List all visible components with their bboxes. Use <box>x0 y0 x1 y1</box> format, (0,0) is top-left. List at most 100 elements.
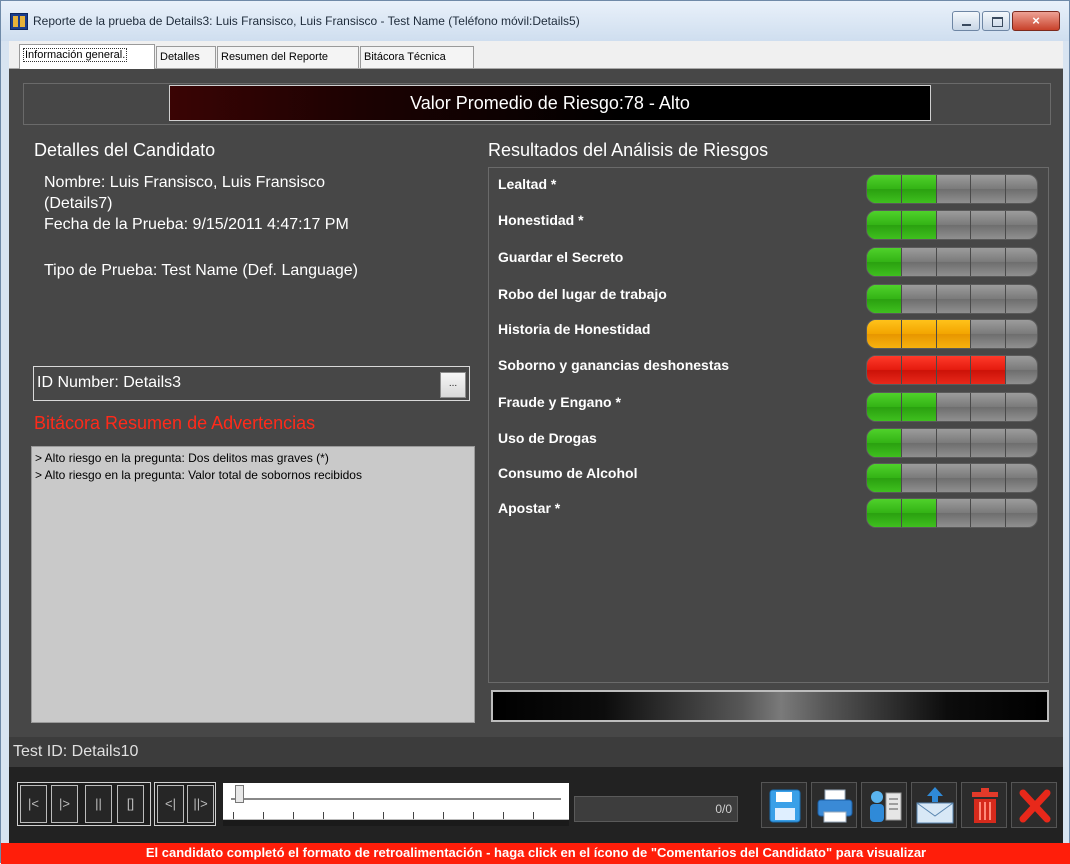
test-date: Fecha de la Prueba: 9/15/2011 4:47:17 PM <box>44 216 349 233</box>
risk-label: Soborno y ganancias deshonestas <box>498 357 730 373</box>
go-start-button[interactable]: |< <box>20 785 47 823</box>
pause-button[interactable]: || <box>85 785 112 823</box>
bar-segment-divider <box>901 429 902 457</box>
bar-segment-divider <box>1005 499 1006 527</box>
risk-results-title: Resultados del Análisis de Riesgos <box>488 140 769 160</box>
risk-level-bar <box>866 284 1038 314</box>
bar-segment-divider <box>901 248 902 276</box>
bar-segment-divider <box>1005 320 1006 348</box>
risk-level-bar <box>866 355 1038 385</box>
bar-segment-divider <box>936 429 937 457</box>
risk-level-bar <box>866 174 1038 204</box>
risk-label: Historia de Honestidad <box>498 321 651 337</box>
risk-label: Apostar * <box>498 500 561 516</box>
send-email-icon <box>916 787 954 824</box>
close-window-button[interactable]: × <box>1012 11 1060 31</box>
risk-level-fill <box>867 320 970 348</box>
window-title: Reporte de la prueba de Details3: Luis F… <box>33 14 580 28</box>
tab-informacion-general[interactable]: Información general. <box>19 44 155 69</box>
slider-base <box>223 819 569 826</box>
bar-segment-divider <box>936 248 937 276</box>
minimize-button[interactable] <box>952 11 980 31</box>
bar-segment-divider <box>901 393 902 421</box>
bar-segment-divider <box>901 285 902 313</box>
send-email-button[interactable] <box>911 782 957 828</box>
bar-segment-divider <box>1005 211 1006 239</box>
test-id: Test ID: Details10 <box>13 743 139 760</box>
report-window: Reporte de la prueba de Details3: Luis F… <box>0 0 1070 864</box>
risk-level-bar <box>866 247 1038 277</box>
risk-label: Fraude y Engano * <box>498 394 621 410</box>
candidate-details-title: Detalles del Candidato <box>34 140 216 160</box>
risk-level-bar <box>866 392 1038 422</box>
position-counter: 0/0 <box>574 796 738 822</box>
delete-icon <box>972 788 998 823</box>
risk-level-fill <box>867 429 901 457</box>
candidate-comments-icon <box>870 791 902 822</box>
app-icon <box>10 13 28 30</box>
step-forward-button[interactable]: ||> <box>187 785 214 823</box>
maximize-button[interactable] <box>982 11 1010 31</box>
stop-button[interactable]: [] <box>117 785 144 823</box>
bar-segment-divider <box>970 285 971 313</box>
risk-level-fill <box>867 248 901 276</box>
warning-item: > Alto riesgo en la pregunta: Valor tota… <box>35 468 362 482</box>
step-back-button[interactable]: <| <box>157 785 184 823</box>
risk-label: Robo del lugar de trabajo <box>498 286 667 302</box>
delete-button[interactable] <box>961 782 1007 828</box>
bar-segment-divider <box>970 464 971 492</box>
slider-thumb[interactable] <box>235 785 244 803</box>
id-number-browse-button[interactable]: ... <box>440 372 466 398</box>
play-button[interactable]: |> <box>51 785 78 823</box>
risk-level-bar <box>866 463 1038 493</box>
warnings-title: Bitácora Resumen de Advertencias <box>34 413 316 433</box>
risk-label: Uso de Drogas <box>498 430 597 446</box>
bar-segment-divider <box>936 393 937 421</box>
warning-item: > Alto riesgo en la pregunta: Dos delito… <box>35 451 329 465</box>
warnings-list[interactable] <box>31 446 475 723</box>
bar-segment-divider <box>936 285 937 313</box>
bar-segment-divider <box>936 464 937 492</box>
average-risk-banner: Valor Promedio de Riesgo:78 - Alto <box>169 85 931 121</box>
risk-level-bar <box>866 210 1038 240</box>
print-button[interactable] <box>811 782 857 828</box>
bar-segment-divider <box>901 464 902 492</box>
save-icon <box>769 789 801 823</box>
bar-segment-divider <box>970 499 971 527</box>
bar-segment-divider <box>901 175 902 203</box>
risk-label: Consumo de Alcohol <box>498 465 638 481</box>
test-id-bar <box>9 737 1063 767</box>
bar-segment-divider <box>1005 356 1006 384</box>
risk-level-bar <box>866 428 1038 458</box>
close-report-button[interactable] <box>1011 782 1057 828</box>
risk-label: Guardar el Secreto <box>498 249 624 265</box>
test-type: Tipo de Prueba: Test Name (Def. Language… <box>44 262 358 279</box>
bar-segment-divider <box>936 211 937 239</box>
risk-gradient-bar <box>491 690 1049 722</box>
bar-segment-divider <box>901 320 902 348</box>
bar-segment-divider <box>901 356 902 384</box>
bar-segment-divider <box>1005 393 1006 421</box>
risk-results-panel <box>488 167 1049 683</box>
tab-resumen-del-reporte[interactable]: Resumen del Reporte <box>217 46 359 68</box>
risk-level-fill <box>867 285 901 313</box>
candidate-comments-button[interactable] <box>861 782 907 828</box>
bar-segment-divider <box>936 499 937 527</box>
close-icon <box>1019 789 1051 823</box>
bar-segment-divider <box>1005 175 1006 203</box>
bar-segment-divider <box>970 320 971 348</box>
tab-bitacora-tecnica[interactable]: Bitácora Técnica <box>360 46 474 68</box>
id-number-label: ID Number: Details3 <box>37 374 182 391</box>
bar-segment-divider <box>970 429 971 457</box>
risk-label: Honestidad * <box>498 212 584 228</box>
risk-level-fill <box>867 464 901 492</box>
tab-detalles[interactable]: Detalles <box>156 46 216 68</box>
status-message: El candidato completó el formato de retr… <box>1 843 1070 864</box>
bar-segment-divider <box>936 320 937 348</box>
bar-segment-divider <box>901 211 902 239</box>
bar-segment-divider <box>1005 248 1006 276</box>
risk-level-bar <box>866 498 1038 528</box>
save-button[interactable] <box>761 782 807 828</box>
title-bar: Reporte de la prueba de Details3: Luis F… <box>1 1 1069 41</box>
bar-segment-divider <box>1005 464 1006 492</box>
